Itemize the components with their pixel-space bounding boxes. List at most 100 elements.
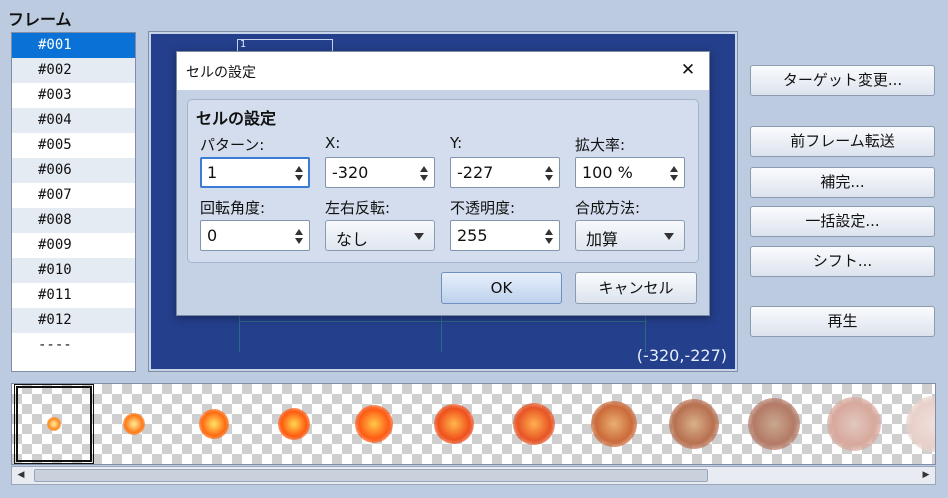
filmstrip-frame-thumbnail[interactable] bbox=[734, 384, 814, 464]
frame-list-item[interactable]: #006 bbox=[12, 158, 135, 183]
cell-number: 1 bbox=[240, 39, 247, 50]
filmstrip-frame-thumbnail[interactable] bbox=[14, 384, 94, 464]
opacity-value[interactable]: 255 bbox=[457, 226, 488, 245]
explosion-sprite-icon bbox=[434, 404, 474, 444]
opacity-spinbox[interactable]: 255 bbox=[450, 220, 560, 251]
spin-up-icon[interactable] bbox=[545, 229, 553, 235]
mirror-value: なし bbox=[336, 230, 369, 249]
pattern-value[interactable]: 1 bbox=[207, 163, 217, 182]
frame-list-item[interactable]: #002 bbox=[12, 58, 135, 83]
explosion-sprite-icon bbox=[906, 396, 935, 452]
y-value[interactable]: -227 bbox=[457, 163, 493, 182]
frame-filmstrip[interactable] bbox=[11, 383, 936, 465]
scroll-left-arrow-icon[interactable]: ◀ bbox=[12, 467, 30, 484]
pattern-spinbox[interactable]: 1 bbox=[200, 157, 310, 188]
close-icon[interactable]: ✕ bbox=[674, 55, 702, 85]
frame-list-item[interactable]: #012 bbox=[12, 308, 135, 333]
copy-previous-frame-button[interactable]: 前フレーム転送 bbox=[750, 126, 935, 157]
explosion-sprite-icon bbox=[199, 409, 229, 439]
shift-button[interactable]: シフト... bbox=[750, 246, 935, 277]
frame-list[interactable]: #001 #002 #003 #004 #005 #006 #007 #008 … bbox=[11, 32, 136, 372]
frame-list-item[interactable]: #008 bbox=[12, 208, 135, 233]
mirror-label: 左右反転: bbox=[325, 199, 391, 217]
batch-settings-button[interactable]: 一括設定... bbox=[750, 206, 935, 237]
cell-settings-group: セルの設定 パターン: X: Y: 拡大率: 1 -320 -227 100 %… bbox=[187, 99, 699, 263]
chevron-down-icon bbox=[414, 233, 424, 240]
spin-down-icon[interactable] bbox=[420, 175, 428, 181]
filmstrip-scrollbar[interactable]: ◀ ▶ bbox=[11, 466, 936, 485]
group-title: セルの設定 bbox=[196, 109, 277, 128]
blend-value: 加算 bbox=[586, 230, 619, 249]
filmstrip-frame-thumbnail[interactable] bbox=[814, 384, 894, 464]
frame-list-item[interactable]: #005 bbox=[12, 133, 135, 158]
filmstrip-frame-thumbnail[interactable] bbox=[494, 384, 574, 464]
spin-up-icon[interactable] bbox=[295, 229, 303, 235]
spin-down-icon[interactable] bbox=[295, 238, 303, 244]
frame-list-item[interactable]: #007 bbox=[12, 183, 135, 208]
explosion-sprite-icon bbox=[591, 401, 637, 447]
rotation-value[interactable]: 0 bbox=[207, 226, 217, 245]
filmstrip-frame-thumbnail[interactable] bbox=[174, 384, 254, 464]
frame-list-item[interactable]: #009 bbox=[12, 233, 135, 258]
spin-up-icon[interactable] bbox=[670, 166, 678, 172]
x-spinbox[interactable]: -320 bbox=[325, 157, 435, 188]
filmstrip-frame-thumbnail[interactable] bbox=[894, 384, 935, 464]
pattern-label: パターン: bbox=[200, 136, 265, 154]
spin-down-icon[interactable] bbox=[295, 175, 303, 181]
x-label: X: bbox=[325, 134, 341, 152]
spin-up-icon[interactable] bbox=[295, 166, 303, 172]
play-button[interactable]: 再生 bbox=[750, 306, 935, 337]
filmstrip-frame-thumbnail[interactable] bbox=[94, 384, 174, 464]
filmstrip-frame-thumbnail[interactable] bbox=[334, 384, 414, 464]
frame-list-item[interactable]: #003 bbox=[12, 83, 135, 108]
frame-list-item[interactable]: #010 bbox=[12, 258, 135, 283]
rotation-label: 回転角度: bbox=[200, 199, 266, 217]
scroll-right-arrow-icon[interactable]: ▶ bbox=[917, 467, 935, 484]
change-target-button[interactable]: ターゲット変更... bbox=[750, 65, 935, 96]
spin-down-icon[interactable] bbox=[545, 175, 553, 181]
filmstrip-frame-thumbnail[interactable] bbox=[254, 384, 334, 464]
frame-list-item[interactable]: #011 bbox=[12, 283, 135, 308]
filmstrip-frame-thumbnail[interactable] bbox=[414, 384, 494, 464]
x-value[interactable]: -320 bbox=[332, 163, 368, 182]
explosion-sprite-icon bbox=[355, 405, 393, 443]
spin-up-icon[interactable] bbox=[420, 166, 428, 172]
spin-down-icon[interactable] bbox=[545, 238, 553, 244]
spin-up-icon[interactable] bbox=[545, 166, 553, 172]
dialog-title: セルの設定 bbox=[186, 65, 256, 81]
filmstrip-frame-thumbnail[interactable] bbox=[574, 384, 654, 464]
rotation-spinbox[interactable]: 0 bbox=[200, 220, 310, 251]
dialog-titlebar: セルの設定 ✕ bbox=[177, 52, 709, 90]
explosion-sprite-icon bbox=[748, 398, 800, 450]
explosion-sprite-icon bbox=[669, 399, 719, 449]
explosion-sprite-icon bbox=[513, 403, 555, 445]
opacity-label: 不透明度: bbox=[450, 199, 516, 217]
chevron-down-icon bbox=[664, 233, 674, 240]
frame-list-item[interactable]: ---- bbox=[12, 333, 135, 358]
explosion-sprite-icon bbox=[47, 417, 61, 431]
guide-line bbox=[441, 314, 442, 352]
zoom-spinbox[interactable]: 100 % bbox=[575, 157, 685, 188]
zoom-label: 拡大率: bbox=[575, 136, 626, 154]
y-label: Y: bbox=[450, 134, 463, 152]
cancel-button[interactable]: キャンセル bbox=[575, 272, 697, 304]
frame-list-item[interactable]: #004 bbox=[12, 108, 135, 133]
blend-label: 合成方法: bbox=[575, 199, 641, 217]
frame-list-item[interactable]: #001 bbox=[12, 33, 135, 58]
explosion-sprite-icon bbox=[278, 408, 310, 440]
filmstrip-frame-thumbnail[interactable] bbox=[654, 384, 734, 464]
explosion-sprite-icon bbox=[827, 397, 881, 451]
scrollbar-thumb[interactable] bbox=[34, 469, 708, 482]
cell-settings-dialog: セルの設定 ✕ セルの設定 パターン: X: Y: 拡大率: 1 -320 -2… bbox=[176, 51, 710, 316]
guide-line bbox=[239, 321, 647, 322]
coordinate-readout: (-320,-227) bbox=[636, 346, 727, 365]
blend-select[interactable]: 加算 bbox=[575, 220, 685, 251]
interpolate-button[interactable]: 補完... bbox=[750, 167, 935, 198]
spin-down-icon[interactable] bbox=[670, 175, 678, 181]
ok-button[interactable]: OK bbox=[441, 272, 562, 304]
zoom-value[interactable]: 100 % bbox=[582, 163, 633, 182]
guide-line bbox=[239, 314, 240, 352]
frame-panel-title: フレーム bbox=[8, 10, 72, 29]
y-spinbox[interactable]: -227 bbox=[450, 157, 560, 188]
mirror-select[interactable]: なし bbox=[325, 220, 435, 251]
